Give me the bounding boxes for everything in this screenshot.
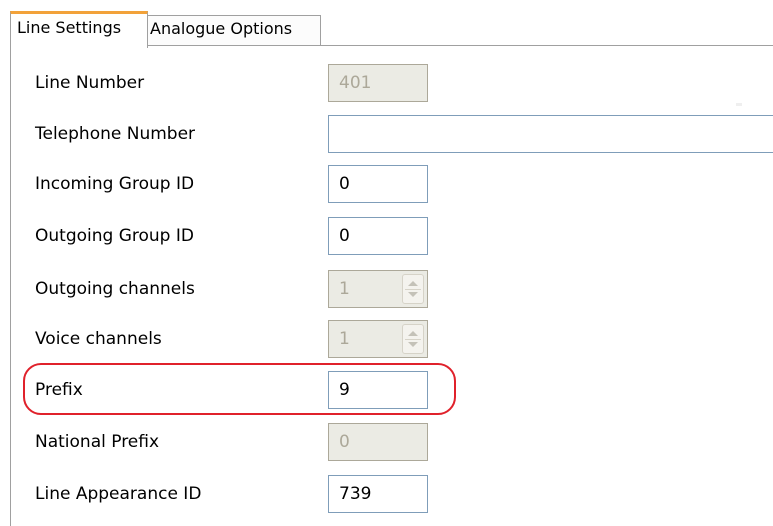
line-appearance-id-value: 739	[339, 484, 372, 504]
national-prefix-field: 0	[328, 423, 428, 461]
voice-channels-row: Voice channels 1	[11, 320, 773, 358]
national-prefix-value: 0	[339, 432, 350, 452]
incoming-group-id-field[interactable]: 0	[328, 165, 428, 203]
voice-channels-label: Voice channels	[35, 329, 162, 349]
tab-analogue-options[interactable]: Analogue Options	[147, 15, 321, 45]
spinner-divider	[405, 289, 421, 290]
tab-divider	[147, 45, 773, 46]
spinner-up-icon	[408, 281, 418, 286]
prefix-row: Prefix 9	[11, 371, 773, 409]
spinner-up-icon	[408, 331, 418, 336]
outgoing-group-id-value: 0	[339, 226, 350, 246]
incoming-group-id-value: 0	[339, 174, 350, 194]
line-settings-panel: Line Number 401 Telephone Number Incomin…	[10, 47, 773, 526]
line-appearance-id-label: Line Appearance ID	[35, 484, 202, 504]
tab-line-settings[interactable]: Line Settings	[10, 11, 148, 48]
incoming-group-id-label: Incoming Group ID	[35, 174, 195, 194]
voice-channels-spinner: 1	[328, 320, 428, 358]
national-prefix-label: National Prefix	[35, 432, 160, 452]
spinner-down-icon	[408, 292, 418, 297]
tab-analogue-options-label: Analogue Options	[150, 19, 293, 38]
outgoing-channels-spinner: 1	[328, 270, 428, 308]
prefix-value: 9	[339, 380, 350, 400]
incoming-group-id-row: Incoming Group ID 0	[11, 165, 773, 203]
line-number-field: 401	[328, 64, 428, 102]
voice-channels-spin-buttons	[402, 324, 424, 354]
national-prefix-row: National Prefix 0	[11, 423, 773, 461]
voice-channels-value: 1	[339, 329, 350, 349]
outgoing-group-id-label: Outgoing Group ID	[35, 226, 194, 246]
telephone-number-label: Telephone Number	[35, 124, 196, 144]
telephone-number-row: Telephone Number	[11, 115, 773, 153]
telephone-number-field[interactable]	[328, 115, 773, 153]
spinner-down-icon	[408, 342, 418, 347]
tab-line-settings-label: Line Settings	[17, 18, 122, 37]
outgoing-channels-spin-buttons	[402, 274, 424, 304]
line-number-value: 401	[339, 73, 372, 93]
outgoing-channels-label: Outgoing channels	[35, 279, 195, 299]
outgoing-channels-value: 1	[339, 279, 350, 299]
outgoing-group-id-field[interactable]: 0	[328, 217, 428, 255]
outgoing-channels-row: Outgoing channels 1	[11, 270, 773, 308]
tab-strip: Line Settings Analogue Options	[0, 0, 773, 48]
line-number-label: Line Number	[35, 73, 145, 93]
line-appearance-id-row: Line Appearance ID 739	[11, 475, 773, 513]
panel-artifact	[736, 103, 742, 106]
outgoing-group-id-row: Outgoing Group ID 0	[11, 217, 773, 255]
line-appearance-id-field[interactable]: 739	[328, 475, 428, 513]
line-number-row: Line Number 401	[11, 64, 773, 102]
spinner-divider	[405, 339, 421, 340]
prefix-label: Prefix	[35, 380, 83, 400]
prefix-field[interactable]: 9	[328, 371, 428, 409]
